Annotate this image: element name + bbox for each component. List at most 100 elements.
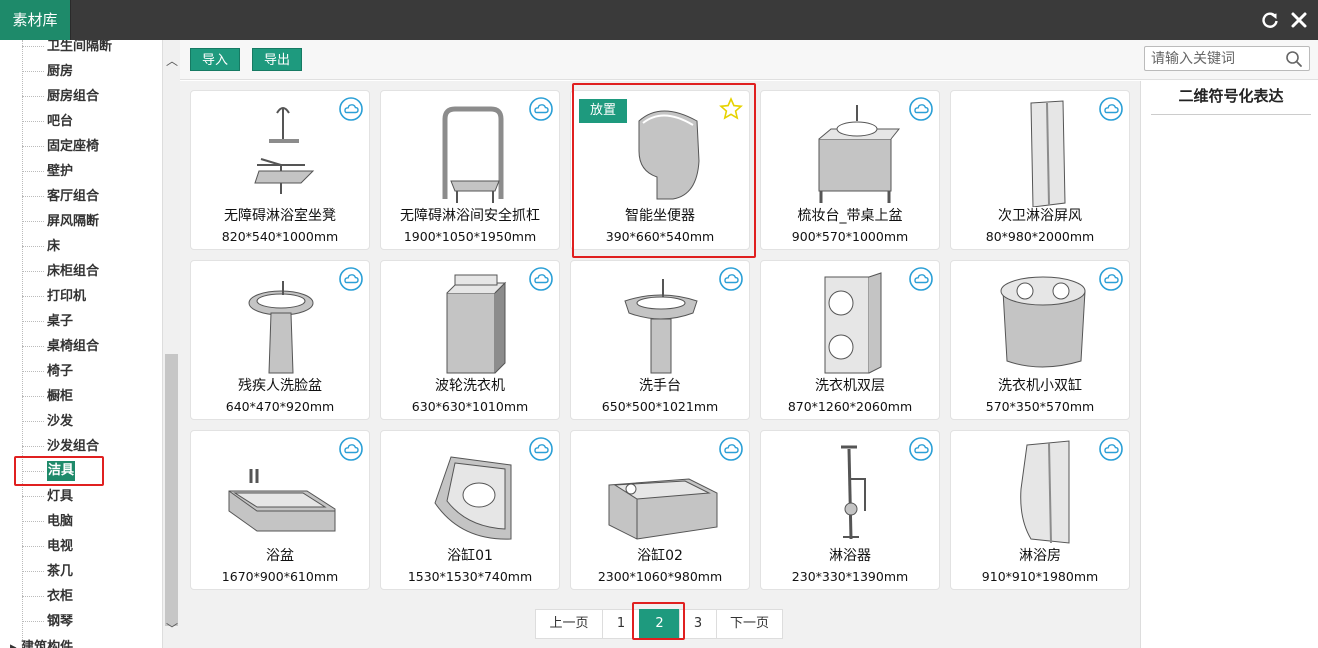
cloud-icon[interactable]: [719, 437, 743, 461]
tree-item-label: 床柜组合: [47, 264, 100, 279]
asset-size: 900*570*1000mm: [791, 229, 909, 244]
twin-tub-icon: [1000, 276, 1086, 368]
tree-item-label: 吧台: [47, 114, 74, 129]
tree-item[interactable]: 屏风隔断: [22, 209, 162, 234]
tree-dash: [22, 321, 44, 322]
tree-item[interactable]: 厨房: [22, 59, 162, 84]
window-title-tab[interactable]: 素材库: [0, 0, 71, 40]
tree-item[interactable]: 电视: [22, 534, 162, 559]
tree-item[interactable]: 床柜组合: [22, 259, 162, 284]
asset-size: 650*500*1021mm: [601, 399, 719, 414]
asset-card[interactable]: 洗衣机双层 870*1260*2060mm: [760, 260, 940, 420]
asset-size: 570*350*570mm: [985, 399, 1095, 414]
tree-item-label: 壁护: [47, 164, 74, 179]
tree-item[interactable]: 卫生间隔断: [22, 40, 162, 59]
asset-card[interactable]: 淋浴器 230*330*1390mm: [760, 430, 940, 590]
tree-dash: [22, 396, 44, 397]
cloud-icon[interactable]: [339, 437, 363, 461]
tree-item[interactable]: 壁护: [22, 159, 162, 184]
asset-name: 残疾人洗脸盆: [238, 378, 322, 394]
tree-dash: [22, 171, 44, 172]
asset-name: 次卫淋浴屏风: [998, 208, 1082, 224]
tree-item[interactable]: 吧台: [22, 109, 162, 134]
tree-item-label: 桌子: [47, 314, 74, 329]
asset-size: 870*1260*2060mm: [787, 399, 913, 414]
tree-item[interactable]: 客厅组合: [22, 184, 162, 209]
bathtub-icon: [228, 469, 336, 532]
scroll-down-icon[interactable]: ﹀: [165, 620, 179, 636]
asset-size: 630*630*1010mm: [411, 399, 529, 414]
scrollbar-thumb[interactable]: [165, 354, 178, 626]
asset-card[interactable]: 淋浴房 910*910*1980mm: [950, 430, 1130, 590]
tree-item[interactable]: 灯具: [22, 484, 162, 509]
cloud-icon[interactable]: [909, 97, 933, 121]
sidebar-scrollbar[interactable]: ︿ ﹀: [162, 40, 180, 648]
cloud-icon[interactable]: [339, 267, 363, 291]
tree-item[interactable]: 茶几: [22, 559, 162, 584]
cloud-icon[interactable]: [909, 267, 933, 291]
search-icon[interactable]: [1285, 50, 1303, 68]
asset-card[interactable]: 洗衣机小双缸 570*350*570mm: [950, 260, 1130, 420]
prev-page-button[interactable]: 上一页: [535, 609, 603, 639]
corner-tub-icon: [434, 456, 512, 540]
asset-name: 浴盆: [266, 548, 294, 564]
asset-card[interactable]: 浴缸01 1530*1530*740mm: [380, 430, 560, 590]
cloud-icon[interactable]: [529, 437, 553, 461]
asset-card[interactable]: 无障碍淋浴间安全抓杠 1900*1050*1950mm: [380, 90, 560, 250]
cloud-icon[interactable]: [1099, 267, 1123, 291]
asset-card[interactable]: 浴盆 1670*900*610mm: [190, 430, 370, 590]
asset-card[interactable]: 浴缸02 2300*1060*980mm: [570, 430, 750, 590]
cloud-icon[interactable]: [529, 97, 553, 121]
export-button[interactable]: 导出: [252, 48, 302, 71]
asset-card[interactable]: 洗手台 650*500*1021mm: [570, 260, 750, 420]
asset-size: 1530*1530*740mm: [407, 569, 533, 584]
category-tree: 卫生间隔断 厨房厨房组合吧台固定座椅壁护客厅组合屏风隔断床床柜组合打印机桌子桌椅组…: [0, 40, 180, 648]
asset-name: 无障碍淋浴间安全抓杠: [400, 208, 540, 224]
search-input[interactable]: [1151, 49, 1281, 69]
tree-item-label: 厨房组合: [47, 89, 100, 104]
asset-card[interactable]: 波轮洗衣机 630*630*1010mm: [380, 260, 560, 420]
tree-item[interactable]: 桌子: [22, 309, 162, 334]
asset-size: 80*980*2000mm: [985, 229, 1095, 244]
cloud-icon[interactable]: [1099, 437, 1123, 461]
tree-item[interactable]: 沙发: [22, 409, 162, 434]
tree-parent-item[interactable]: ▸ 建筑构件: [10, 636, 73, 648]
tree-item[interactable]: 固定座椅: [22, 134, 162, 159]
cloud-icon[interactable]: [339, 97, 363, 121]
import-button[interactable]: 导入: [190, 48, 240, 71]
tree-item[interactable]: 衣柜: [22, 584, 162, 609]
tree-item[interactable]: 桌椅组合: [22, 334, 162, 359]
tree-item[interactable]: 钢琴: [22, 609, 162, 634]
washer-icon: [446, 274, 507, 374]
asset-card[interactable]: 梳妆台_带桌上盆 900*570*1000mm: [760, 90, 940, 250]
tree-item[interactable]: 电脑: [22, 509, 162, 534]
scroll-up-icon[interactable]: ︿: [165, 52, 179, 68]
tree-dash: [22, 546, 44, 547]
tree-dash: [22, 196, 44, 197]
tree-item[interactable]: 床: [22, 234, 162, 259]
asset-card[interactable]: 残疾人洗脸盆 640*470*920mm: [190, 260, 370, 420]
title-bar: 素材库: [0, 0, 1318, 40]
tree-dash: [22, 271, 44, 272]
double-washer-icon: [824, 272, 882, 374]
next-page-button[interactable]: 下一页: [716, 609, 783, 639]
tree-dash: [22, 246, 44, 247]
tree-item[interactable]: 椅子: [22, 359, 162, 384]
tree-item[interactable]: 打印机: [22, 284, 162, 309]
cloud-icon[interactable]: [909, 437, 933, 461]
tree-dash: [22, 146, 44, 147]
tree-item-label: 床: [47, 239, 61, 254]
asset-card[interactable]: 无障碍淋浴室坐凳 820*540*1000mm: [190, 90, 370, 250]
cloud-icon[interactable]: [719, 267, 743, 291]
tree-dash: [22, 621, 44, 622]
cloud-icon[interactable]: [529, 267, 553, 291]
close-icon[interactable]: [1289, 10, 1309, 30]
tree-item[interactable]: 厨房组合: [22, 84, 162, 109]
tree-item-label: 屏风隔断: [47, 214, 100, 229]
asset-size: 1670*900*610mm: [221, 569, 339, 584]
cloud-icon[interactable]: [1099, 97, 1123, 121]
asset-name: 淋浴房: [1019, 548, 1061, 564]
refresh-icon[interactable]: [1260, 10, 1280, 30]
asset-card[interactable]: 次卫淋浴屏风 80*980*2000mm: [950, 90, 1130, 250]
tree-item[interactable]: 橱柜: [22, 384, 162, 409]
